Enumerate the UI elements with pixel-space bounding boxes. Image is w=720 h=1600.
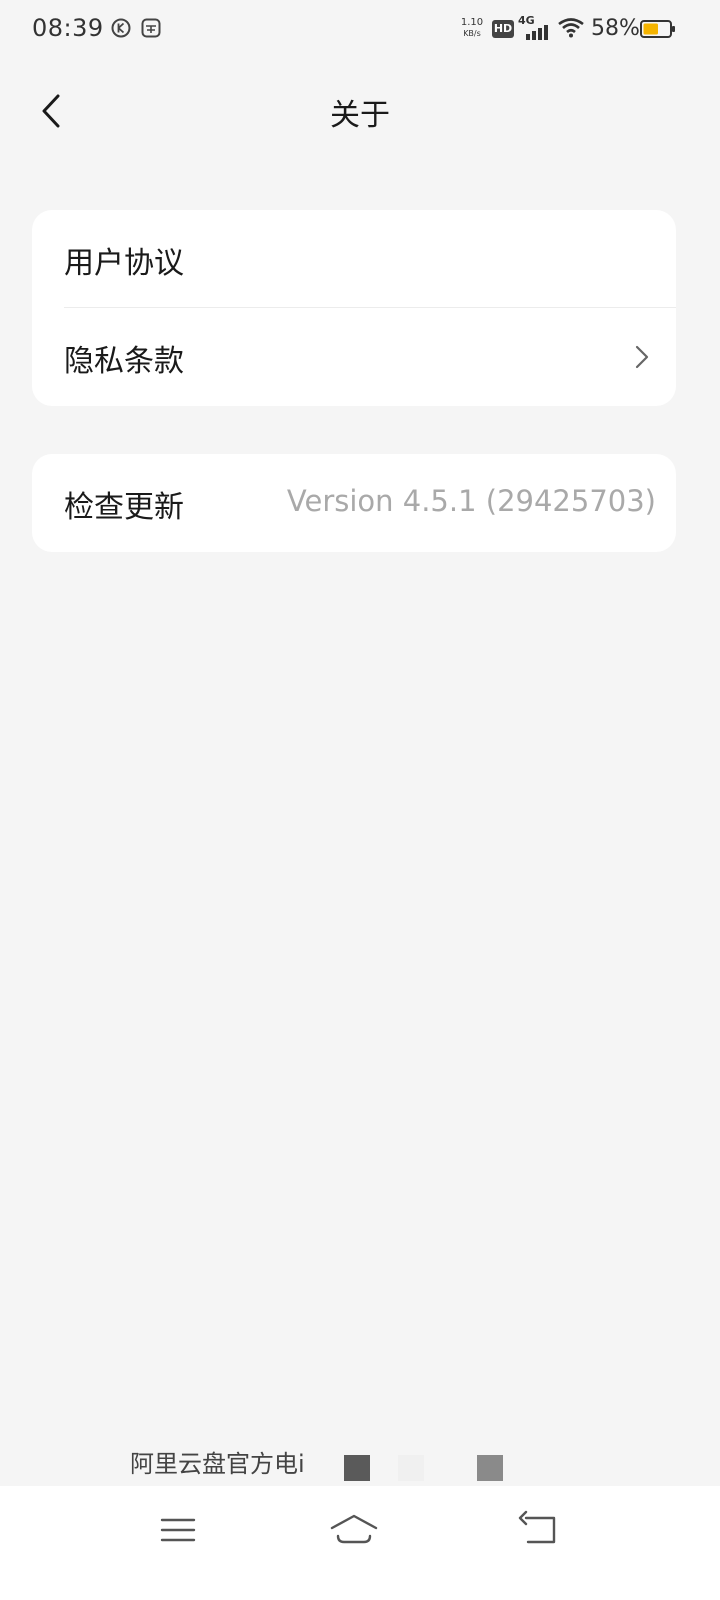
chevron-right-icon (635, 345, 649, 369)
blurred-content (344, 1455, 370, 1481)
wifi-icon (558, 18, 584, 38)
back-nav-icon[interactable] (510, 1508, 570, 1552)
signal-icon: 4G (518, 14, 552, 40)
header: 关于 (0, 70, 720, 150)
blurred-content (398, 1455, 424, 1481)
page-title: 关于 (330, 98, 390, 133)
hd-badge: HD (492, 20, 514, 38)
menu-icon[interactable] (148, 1508, 208, 1552)
battery-percent: 58% (591, 16, 640, 41)
app-notification-icon (141, 18, 161, 38)
status-bar: 08:39 1.10 KB/s HD 4G 58% (0, 0, 720, 58)
blurred-content (477, 1455, 503, 1481)
check-update-row[interactable]: 检查更新 Version 4.5.1 (29425703) (32, 454, 676, 552)
system-nav-bar (0, 1486, 720, 1600)
home-icon[interactable] (324, 1508, 384, 1552)
network-speed-value: 1.10 (460, 17, 484, 28)
footer-text: 阿里云盘官方电i (130, 1450, 305, 1478)
version-text: Version 4.5.1 (29425703) (286, 484, 656, 518)
check-update-label: 检查更新 (64, 490, 184, 525)
privacy-policy-row[interactable]: 隐私条款 (32, 308, 676, 406)
status-time: 08:39 (32, 14, 104, 42)
user-agreement-label: 用户协议 (64, 246, 184, 281)
legal-settings-card: 用户协议 隐私条款 (32, 210, 676, 406)
user-agreement-row[interactable]: 用户协议 (32, 210, 676, 308)
network-speed-unit: KB/s (463, 29, 481, 38)
network-speed: 1.10 KB/s (458, 17, 486, 39)
k-app-icon (111, 18, 131, 38)
privacy-policy-label: 隐私条款 (64, 344, 184, 379)
update-card: 检查更新 Version 4.5.1 (29425703) (32, 454, 676, 552)
battery-icon (640, 20, 675, 38)
